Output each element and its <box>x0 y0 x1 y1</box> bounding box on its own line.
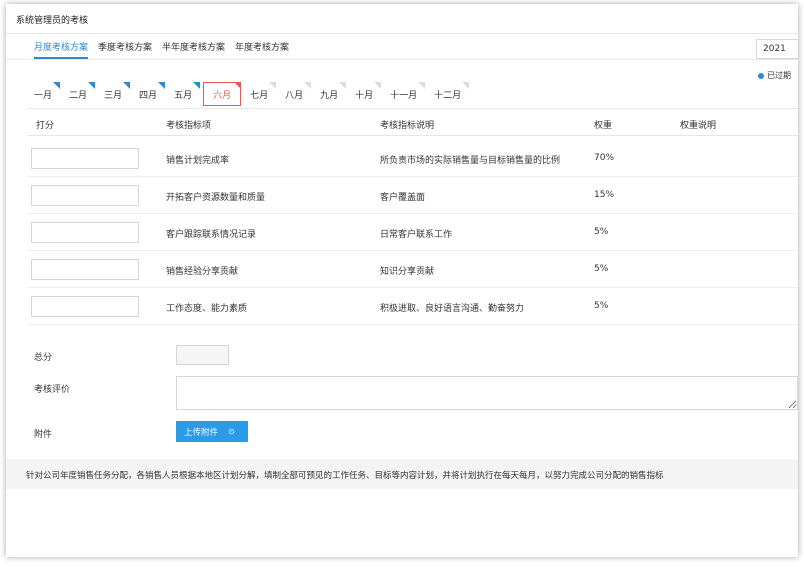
desc-cell: 知识分享贡献 <box>380 267 435 277</box>
tab-monthly-plan[interactable]: 月度考核方案 <box>34 40 89 59</box>
tab-quarterly-plan[interactable]: 季度考核方案 <box>98 40 152 59</box>
corner-marker-icon <box>53 82 61 89</box>
item-cell: 销售经验分享贡献 <box>166 267 239 277</box>
desc-cell: 积极进取、良好语言沟通、勤奋努力 <box>380 304 525 314</box>
month-jan[interactable]: 一月 <box>28 82 61 106</box>
header-weight: 权重 <box>594 121 613 131</box>
table-row: 工作态度、能力素质 积极进取、良好语言沟通、勤奋努力 5% <box>28 288 798 325</box>
month-oct[interactable]: 十月 <box>349 82 382 106</box>
month-may[interactable]: 五月 <box>168 82 201 106</box>
divider <box>6 59 798 60</box>
header-desc: 考核指标说明 <box>380 121 435 131</box>
header-item: 考核指标项 <box>166 121 212 131</box>
desc-cell: 所负责市场的实际销售量与目标销售量的比例 <box>380 156 561 166</box>
divider <box>28 108 798 109</box>
corner-marker-icon <box>158 82 166 89</box>
corner-marker-icon <box>88 82 96 89</box>
total-score-label: 总分 <box>34 353 53 363</box>
month-nov[interactable]: 十一月 <box>384 82 426 106</box>
table-row: 销售计划完成率 所负责市场的实际销售量与目标销售量的比例 70% <box>28 140 798 177</box>
weight-cell: 70% <box>594 153 615 163</box>
desc-cell: 客户覆盖面 <box>380 193 426 203</box>
score-input[interactable] <box>31 222 139 243</box>
month-feb[interactable]: 二月 <box>63 82 96 106</box>
paperclip-icon: ⊙ <box>228 427 235 436</box>
desc-cell: 日常客户联系工作 <box>380 230 453 240</box>
expired-legend: 已过期 <box>758 70 791 81</box>
upload-attachment-button[interactable]: 上传附件 ⊙ <box>176 421 248 442</box>
weight-cell: 5% <box>594 301 609 311</box>
month-jul[interactable]: 七月 <box>244 82 277 106</box>
corner-marker-icon <box>193 82 201 89</box>
score-input[interactable] <box>31 259 139 280</box>
corner-marker-icon <box>123 82 131 89</box>
corner-marker-icon <box>234 82 242 89</box>
corner-marker-icon <box>339 82 347 89</box>
month-selector: 一月 二月 三月 四月 五月 六月 七月 八月 九月 十月 十一月 十二月 <box>28 82 472 106</box>
month-jun[interactable]: 六月 <box>203 82 242 106</box>
item-cell: 客户跟踪联系情况记录 <box>166 230 257 240</box>
assessment-panel: 系统管理员的考核 月度考核方案 季度考核方案 半年度考核方案 年度考核方案 20… <box>6 4 798 557</box>
table-row: 客户跟踪联系情况记录 日常客户联系工作 5% <box>28 214 798 251</box>
month-dec[interactable]: 十二月 <box>428 82 470 106</box>
item-cell: 工作态度、能力素质 <box>166 304 248 314</box>
item-cell: 销售计划完成率 <box>166 156 230 166</box>
score-input[interactable] <box>31 185 139 206</box>
item-cell: 开拓客户资源数量和质量 <box>166 193 266 203</box>
table-row: 开拓客户资源数量和质量 客户覆盖面 15% <box>28 177 798 214</box>
comment-textarea[interactable] <box>176 376 798 410</box>
weight-cell: 5% <box>594 227 609 237</box>
corner-marker-icon <box>269 82 277 89</box>
table-header: 打分 考核指标项 考核指标说明 权重 权重说明 <box>28 116 798 136</box>
weight-cell: 15% <box>594 190 615 200</box>
month-aug[interactable]: 八月 <box>279 82 312 106</box>
comment-label: 考核评价 <box>34 385 71 395</box>
plan-tabs: 月度考核方案 季度考核方案 半年度考核方案 年度考核方案 <box>34 40 299 59</box>
page-title: 系统管理员的考核 <box>16 16 89 26</box>
total-score-field <box>176 345 229 365</box>
month-sep[interactable]: 九月 <box>314 82 347 106</box>
legend-label: 已过期 <box>767 71 791 80</box>
plan-note: 针对公司年度销售任务分配，各销售人员根据本地区计划分解，填制全部可预见的工作任务… <box>6 459 798 489</box>
upload-button-label: 上传附件 <box>184 427 219 438</box>
tab-yearly-plan[interactable]: 年度考核方案 <box>235 40 289 59</box>
corner-marker-icon <box>374 82 382 89</box>
score-input[interactable] <box>31 148 139 169</box>
attachment-label: 附件 <box>34 430 53 440</box>
corner-marker-icon <box>418 82 426 89</box>
header-weight-desc: 权重说明 <box>680 121 717 131</box>
month-apr[interactable]: 四月 <box>133 82 166 106</box>
corner-marker-icon <box>462 82 470 89</box>
weight-cell: 5% <box>594 264 609 274</box>
year-select[interactable]: 2021 <box>756 39 798 59</box>
table-row: 销售经验分享贡献 知识分享贡献 5% <box>28 251 798 288</box>
corner-marker-icon <box>304 82 312 89</box>
divider <box>28 135 798 136</box>
tab-half-year-plan[interactable]: 半年度考核方案 <box>162 40 225 59</box>
header-score: 打分 <box>36 121 55 131</box>
divider <box>6 33 798 34</box>
score-input[interactable] <box>31 296 139 317</box>
legend-dot-icon <box>758 72 764 79</box>
month-mar[interactable]: 三月 <box>98 82 131 106</box>
